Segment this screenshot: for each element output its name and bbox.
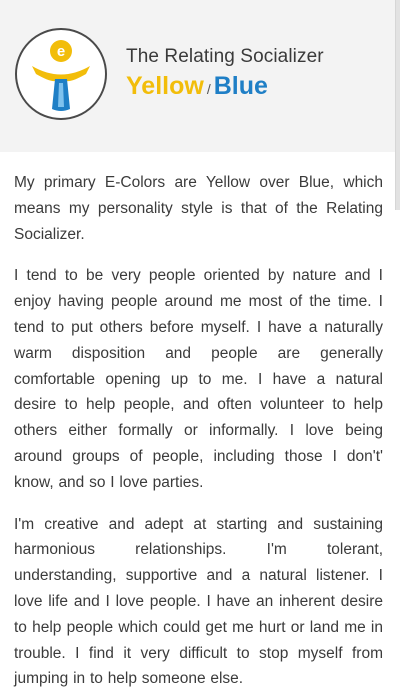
page-subtitle: The Relating Socializer (126, 46, 324, 67)
color-separator: / (206, 81, 211, 97)
logo-letter: e (57, 43, 65, 60)
primary-color-label: Yellow (126, 72, 204, 100)
secondary-color-label: Blue (213, 72, 268, 100)
title-block: The Relating Socializer Yellow / Blue (126, 45, 386, 104)
profile-description: My primary E-Colors are Yellow over Blue… (14, 170, 383, 693)
paragraph-creative: I'm creative and adept at starting and s… (14, 515, 383, 688)
profile-header: e The Relating Socializer Yellow / Blue (0, 0, 400, 152)
scrollbar[interactable] (395, 0, 400, 210)
paragraph-people-oriented: I tend to be very people oriented by nat… (14, 267, 383, 491)
ecolors-logo-icon: e (14, 27, 108, 121)
color-combination-title: Yellow / Blue (126, 71, 386, 104)
paragraph-intro: My primary E-Colors are Yellow over Blue… (14, 174, 383, 243)
